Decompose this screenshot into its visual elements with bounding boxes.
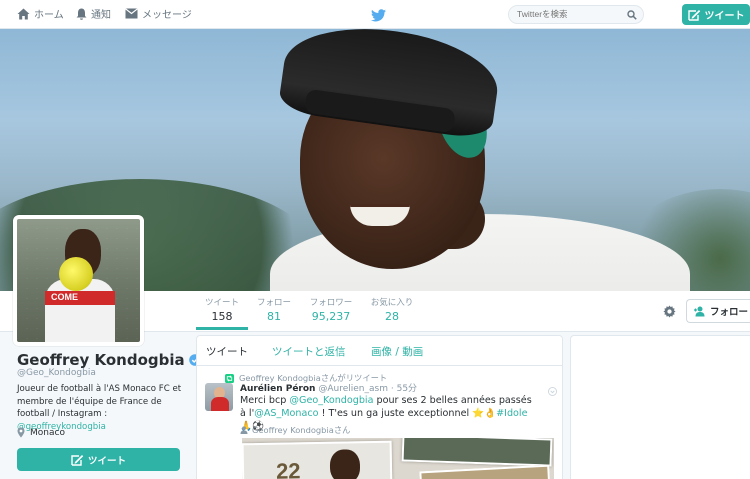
tweet-tagged-user[interactable]: Geoffrey Kondogbiaさん (240, 424, 350, 436)
location-pin-icon (17, 427, 25, 438)
user-icon (240, 426, 248, 434)
follow-button[interactable]: フォロー (686, 299, 750, 323)
timeline: ツイート ツイートと返信 画像 / 動画 Geoffrey Kondogbiaさ… (196, 335, 563, 479)
nav-notifications[interactable]: 通知 (76, 6, 111, 21)
location-text: Monaco (30, 427, 65, 438)
profile-location: Monaco (17, 427, 65, 438)
tab-tweets-and-replies[interactable]: ツイートと返信 (272, 344, 346, 359)
nav-messages[interactable]: メッセージ (125, 6, 192, 21)
home-icon (17, 8, 30, 19)
media-jersey-number: 22 (275, 458, 301, 479)
bell-icon (76, 8, 87, 20)
tweet-media-photo[interactable]: 22 (242, 438, 554, 479)
compose-icon (687, 9, 700, 21)
tweet-dot: · (390, 384, 394, 394)
compose-icon (71, 454, 84, 466)
profile-handle[interactable]: @Geo_Kondogbia (17, 368, 96, 378)
tweet-author-handle[interactable]: @Aurelien_asm (318, 384, 388, 394)
stat-tweets-value: 158 (211, 310, 233, 323)
stat-favorites-label: お気に入り (370, 298, 414, 308)
tweet-text-part: Merci bcp (240, 395, 290, 406)
profile-name[interactable]: Geoffrey Kondogbia (17, 351, 201, 369)
stat-followers[interactable]: フォロワー 95,237 (306, 296, 356, 323)
profile-name-text: Geoffrey Kondogbia (17, 351, 185, 369)
tweet-hashtag-link[interactable]: #Idole (496, 408, 527, 419)
tweet-mention-link[interactable]: @Geo_Kondogbia (289, 395, 373, 406)
stat-tweets-label: ツイート (204, 298, 239, 308)
chevron-down-icon (548, 387, 557, 396)
tweet-tagged-user-text: Geoffrey Kondogbiaさん (252, 425, 351, 435)
twitter-logo[interactable] (371, 7, 386, 26)
tab-photos-videos[interactable]: 画像 / 動画 (371, 344, 423, 359)
search-input[interactable] (517, 9, 617, 19)
follow-button-label: フォロー (710, 307, 749, 318)
stat-favorites[interactable]: お気に入り 28 (367, 296, 417, 323)
right-sidebar-panel (570, 335, 750, 479)
tweet-header: Aurélien Péron @Aurelien_asm · 55分 (240, 381, 417, 394)
tab-tweets[interactable]: ツイート (206, 344, 248, 359)
profile-avatar[interactable]: COME (13, 215, 144, 346)
twitter-bird-icon (371, 9, 386, 22)
stat-tweets[interactable]: ツイート 158 (201, 296, 243, 323)
tweet-text-part: ! T'es un ga juste exceptionnel ⭐👌 (318, 408, 497, 419)
top-nav-bar: ホーム 通知 メッセージ ツイート (0, 0, 750, 29)
tweet-to-user-button[interactable]: ツイート (17, 448, 180, 471)
search-box[interactable] (508, 5, 644, 24)
gear-icon (663, 305, 676, 318)
bio-text: Joueur de football à l'AS Monaco FC et m… (17, 384, 182, 419)
nav-notifications-label: 通知 (91, 10, 111, 21)
tweet-timestamp[interactable]: 55分 (397, 384, 417, 394)
add-user-icon (694, 306, 705, 316)
profile-bio: Joueur de football à l'AS Monaco FC et m… (17, 383, 187, 433)
tweet-options[interactable] (548, 381, 557, 400)
compose-tweet-label: ツイート (704, 11, 745, 22)
tweet-to-user-label: ツイート (87, 455, 126, 467)
nav-home-label: ホーム (34, 10, 64, 21)
compose-tweet-button[interactable]: ツイート (682, 4, 750, 25)
stat-favorites-value: 28 (385, 310, 399, 323)
active-stat-underline (196, 327, 248, 330)
stat-following-value: 81 (267, 310, 281, 323)
stat-followers-value: 95,237 (311, 310, 351, 323)
avatar-jersey-text: COME (51, 292, 78, 302)
search-icon[interactable] (627, 10, 637, 20)
stat-followers-label: フォロワー (309, 298, 353, 308)
nav-messages-label: メッセージ (142, 10, 192, 21)
stat-following-label: フォロー (256, 298, 291, 308)
tweet-author-avatar[interactable] (205, 383, 233, 411)
tweet-author-name[interactable]: Aurélien Péron (240, 384, 315, 394)
stat-following[interactable]: フォロー 81 (253, 296, 295, 323)
timeline-tabs: ツイート ツイートと返信 画像 / 動画 (197, 336, 562, 366)
tweet-mention-link[interactable]: @AS_Monaco (254, 408, 318, 419)
settings-menu[interactable] (663, 303, 676, 322)
nav-home[interactable]: ホーム (17, 6, 64, 21)
envelope-icon (125, 8, 138, 19)
retweet-icon (225, 373, 234, 383)
